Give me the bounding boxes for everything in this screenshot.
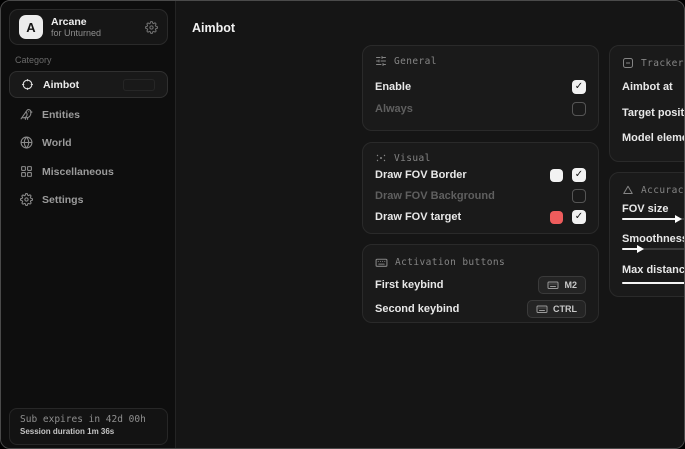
- hotkey-hint: [123, 79, 155, 91]
- setting-row-model-elements: Model elements Head, Neck: [622, 128, 685, 148]
- app-logo-letter: A: [26, 20, 35, 35]
- main-panel: Aimbot General Enable ✓ Always: [177, 1, 684, 448]
- category-label: Category: [15, 55, 52, 65]
- setting-label: Max distance: [622, 264, 685, 276]
- accuracy-card: Accuracy FOV size 94° Smoothness 7.7: [609, 172, 685, 297]
- setting-label: Always: [375, 103, 572, 115]
- setting-label: Smoothness: [622, 233, 685, 245]
- setting-row-always: Always: [375, 99, 586, 119]
- first-keybind-button[interactable]: M2: [538, 276, 586, 294]
- setting-label: FOV size: [622, 203, 685, 215]
- slider-thumb[interactable]: [637, 245, 644, 253]
- section-title: Accuracy: [641, 185, 685, 196]
- keybind-value: CTRL: [553, 304, 577, 314]
- sidebar-item-aimbot[interactable]: Aimbot: [9, 71, 168, 98]
- sidebar-item-label: World: [42, 137, 72, 149]
- color-swatch-red[interactable]: [550, 211, 563, 224]
- brand-card: A Arcane for Unturned: [9, 9, 168, 45]
- app-logo: A: [19, 15, 43, 39]
- slider-fill: [622, 218, 677, 220]
- visual-header: Visual: [375, 152, 431, 164]
- always-checkbox[interactable]: [572, 102, 586, 116]
- check-icon: ✓: [575, 170, 583, 180]
- app-title: Arcane: [51, 16, 137, 28]
- section-title: Activation buttons: [395, 257, 505, 268]
- dots-icon: [375, 152, 387, 164]
- sidebar-item-label: Aimbot: [43, 79, 79, 91]
- brand-text: Arcane for Unturned: [51, 16, 137, 38]
- fov-border-checkbox[interactable]: ✓: [572, 168, 586, 182]
- visual-card: Visual Draw FOV Border ✓ Draw FOV Backgr…: [362, 142, 599, 234]
- gear-icon: [20, 193, 33, 206]
- general-card: General Enable ✓ Always: [362, 45, 599, 131]
- max-distance-slider[interactable]: [622, 279, 685, 287]
- check-icon: ✓: [575, 212, 583, 222]
- app-window: A Arcane for Unturned Category Aimbot En…: [0, 0, 685, 449]
- setting-row-target-position: Target position Selected bone: [622, 103, 685, 123]
- color-swatch-white[interactable]: [550, 169, 563, 182]
- minus-square-icon: [622, 57, 634, 69]
- setting-row-fov-background: Draw FOV Background: [375, 186, 586, 206]
- sub-expiry-text: Sub expires in 42d 00h: [20, 414, 157, 425]
- page-title: Aimbot: [192, 21, 235, 35]
- sidebar-item-settings[interactable]: Settings: [9, 186, 168, 213]
- tracker-header: Tracker: [622, 57, 684, 69]
- setting-row-aimbot-at: Aimbot at Zombie: [622, 77, 685, 97]
- bird-icon: [20, 108, 33, 121]
- setting-label: Draw FOV target: [375, 211, 550, 223]
- setting-label: Aimbot at: [622, 81, 685, 93]
- fov-size-slider[interactable]: [622, 215, 685, 223]
- grid-icon: [20, 165, 33, 178]
- crosshair-icon: [21, 78, 34, 91]
- globe-icon: [20, 136, 33, 149]
- tracker-card: Tracker Aimbot at Zombie Target position…: [609, 45, 685, 162]
- slider-thumb[interactable]: [675, 215, 682, 223]
- max-distance-row: Max distance 500m: [622, 262, 685, 278]
- sidebar-item-label: Entities: [42, 109, 80, 121]
- triangle-icon: [622, 184, 634, 196]
- keyboard-icon: [536, 303, 548, 315]
- accuracy-header: Accuracy: [622, 184, 685, 196]
- sidebar-item-world[interactable]: World: [9, 129, 168, 156]
- setting-label: Draw FOV Border: [375, 169, 550, 181]
- general-header: General: [375, 55, 437, 67]
- keybind-value: M2: [564, 280, 577, 290]
- gear-icon[interactable]: [145, 21, 158, 34]
- setting-row-fov-target: Draw FOV target ✓: [375, 207, 586, 227]
- setting-label: Draw FOV Background: [375, 190, 572, 202]
- section-title: Tracker: [641, 58, 684, 69]
- setting-row-fov-border: Draw FOV Border ✓: [375, 165, 586, 185]
- sidebar: A Arcane for Unturned Category Aimbot En…: [1, 1, 176, 448]
- fov-background-checkbox[interactable]: [572, 189, 586, 203]
- sidebar-item-miscellaneous[interactable]: Miscellaneous: [9, 158, 168, 185]
- session-duration-text: Session duration 1m 36s: [20, 427, 157, 436]
- fov-target-checkbox[interactable]: ✓: [572, 210, 586, 224]
- setting-row-enable: Enable ✓: [375, 77, 586, 97]
- setting-label: Model elements: [622, 132, 685, 144]
- subscription-info: Sub expires in 42d 00h Session duration …: [9, 408, 168, 445]
- sliders-icon: [375, 55, 387, 67]
- section-title: General: [394, 56, 437, 67]
- activation-card: Activation buttons First keybind M2 Seco…: [362, 244, 599, 323]
- smoothness-slider[interactable]: [622, 245, 685, 253]
- setting-label: Enable: [375, 81, 572, 93]
- second-keybind-button[interactable]: CTRL: [527, 300, 586, 318]
- slider-fill: [622, 282, 685, 284]
- setting-label: First keybind: [375, 279, 538, 291]
- setting-label: Target position: [622, 107, 685, 119]
- setting-row-second-keybind: Second keybind CTRL: [375, 299, 586, 319]
- sidebar-item-entities[interactable]: Entities: [9, 101, 168, 128]
- keyboard-icon: [547, 279, 559, 291]
- setting-label: Second keybind: [375, 303, 527, 315]
- sidebar-item-label: Miscellaneous: [42, 166, 114, 178]
- sidebar-item-label: Settings: [42, 194, 83, 206]
- keyboard-icon: [375, 256, 388, 269]
- enable-checkbox[interactable]: ✓: [572, 80, 586, 94]
- check-icon: ✓: [575, 82, 583, 92]
- section-title: Visual: [394, 153, 431, 164]
- activation-header: Activation buttons: [375, 256, 505, 269]
- setting-row-first-keybind: First keybind M2: [375, 275, 586, 295]
- app-subtitle: for Unturned: [51, 28, 137, 38]
